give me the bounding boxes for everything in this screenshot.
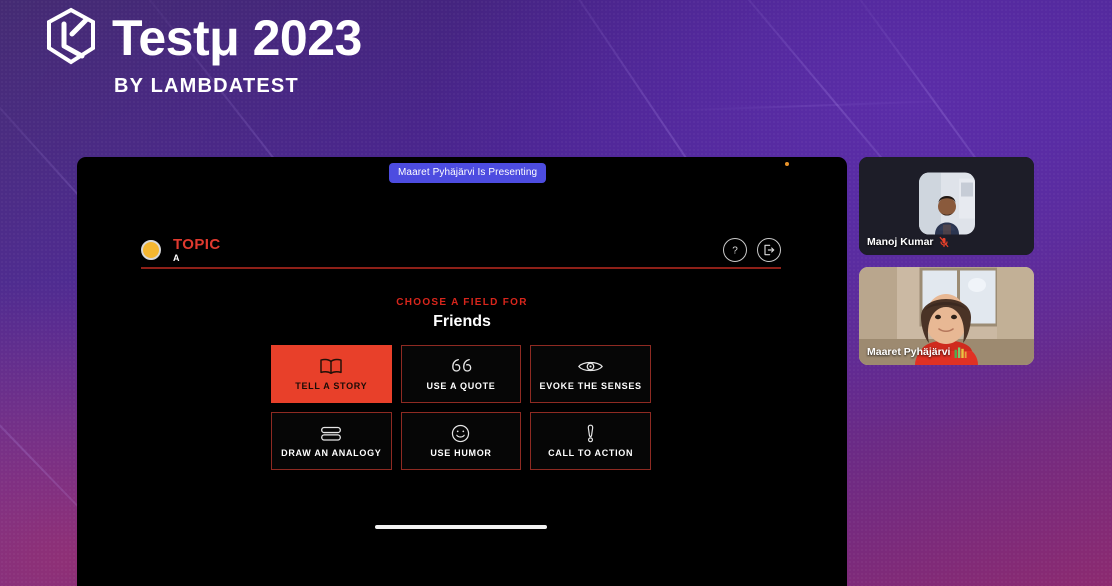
choose-field-kicker: CHOOSE A FIELD FOR: [396, 297, 528, 308]
participant-name-row: Manoj Kumar: [867, 236, 950, 248]
lambdatest-hex-logo-icon: [42, 6, 100, 70]
participant-tile-list: Manoj Kumar Maaret Pyhäjärvi: [859, 157, 1034, 377]
field-card-draw-an-analogy[interactable]: DRAW AN ANALOGY: [271, 412, 392, 470]
home-indicator-bar: [375, 525, 547, 529]
eye-icon: [577, 355, 604, 377]
open-book-icon: [318, 355, 344, 377]
field-card-label: DRAW AN ANALOGY: [281, 448, 382, 459]
shared-screen-stage[interactable]: Maaret Pyhäjärvi Is Presenting TOPIC A ?: [77, 157, 847, 586]
topic-divider: [141, 267, 781, 269]
question-mark-icon[interactable]: ?: [723, 238, 747, 263]
field-card-call-to-action[interactable]: CALL TO ACTION: [530, 412, 651, 470]
topic-header: TOPIC A ?: [141, 237, 781, 264]
field-card-evoke-the-senses[interactable]: EVOKE THE SENSES: [530, 345, 651, 403]
participant-name: Maaret Pyhäjärvi: [867, 346, 951, 358]
field-card-label: CALL TO ACTION: [548, 448, 634, 459]
svg-text:?: ?: [732, 246, 738, 257]
field-card-label: TELL A STORY: [295, 381, 368, 392]
event-subtitle: BY LAMBDATEST: [114, 75, 299, 97]
participant-tile-maaret-pyhajarvi[interactable]: Maaret Pyhäjärvi: [859, 267, 1034, 365]
smiley-face-icon: [450, 422, 471, 444]
field-card-grid: TELL A STORY USE A QUOTE EVOKE THE SENSE…: [271, 345, 651, 470]
field-card-label: EVOKE THE SENSES: [539, 381, 642, 392]
quotation-marks-icon: [448, 355, 474, 377]
field-card-tell-a-story[interactable]: TELL A STORY: [271, 345, 392, 403]
participant-tile-manoj-kumar[interactable]: Manoj Kumar: [859, 157, 1034, 255]
choose-field-header: CHOOSE A FIELD FOR Friends: [77, 297, 847, 331]
participant-name: Manoj Kumar: [867, 236, 934, 248]
event-logo: Testμ 2023 BY LAMBDATEST: [42, 6, 362, 98]
field-card-use-humor[interactable]: USE HUMOR: [400, 412, 522, 470]
orange-circle-marker-icon: [141, 240, 161, 261]
audio-level-bars-icon: [954, 346, 968, 358]
topic-value: A: [173, 252, 180, 263]
microphone-muted-icon: [938, 236, 950, 248]
participant-name-row: Maaret Pyhäjärvi: [867, 346, 968, 358]
event-title: Testμ 2023: [112, 10, 362, 66]
topic-label: TOPIC: [173, 236, 221, 253]
equals-bars-icon: [318, 422, 344, 444]
exclamation-mark-icon: [584, 422, 597, 444]
field-card-label: USE A QUOTE: [426, 381, 496, 392]
avatar: [918, 172, 975, 235]
exit-arrow-icon[interactable]: [757, 238, 781, 263]
field-card-label: USE HUMOR: [430, 448, 492, 459]
choose-field-title: Friends: [433, 313, 491, 330]
field-card-use-a-quote[interactable]: USE A QUOTE: [400, 345, 522, 403]
presentation-slide: TOPIC A ? CHOOSE A FIELD FOR Friends TEL…: [77, 157, 847, 586]
